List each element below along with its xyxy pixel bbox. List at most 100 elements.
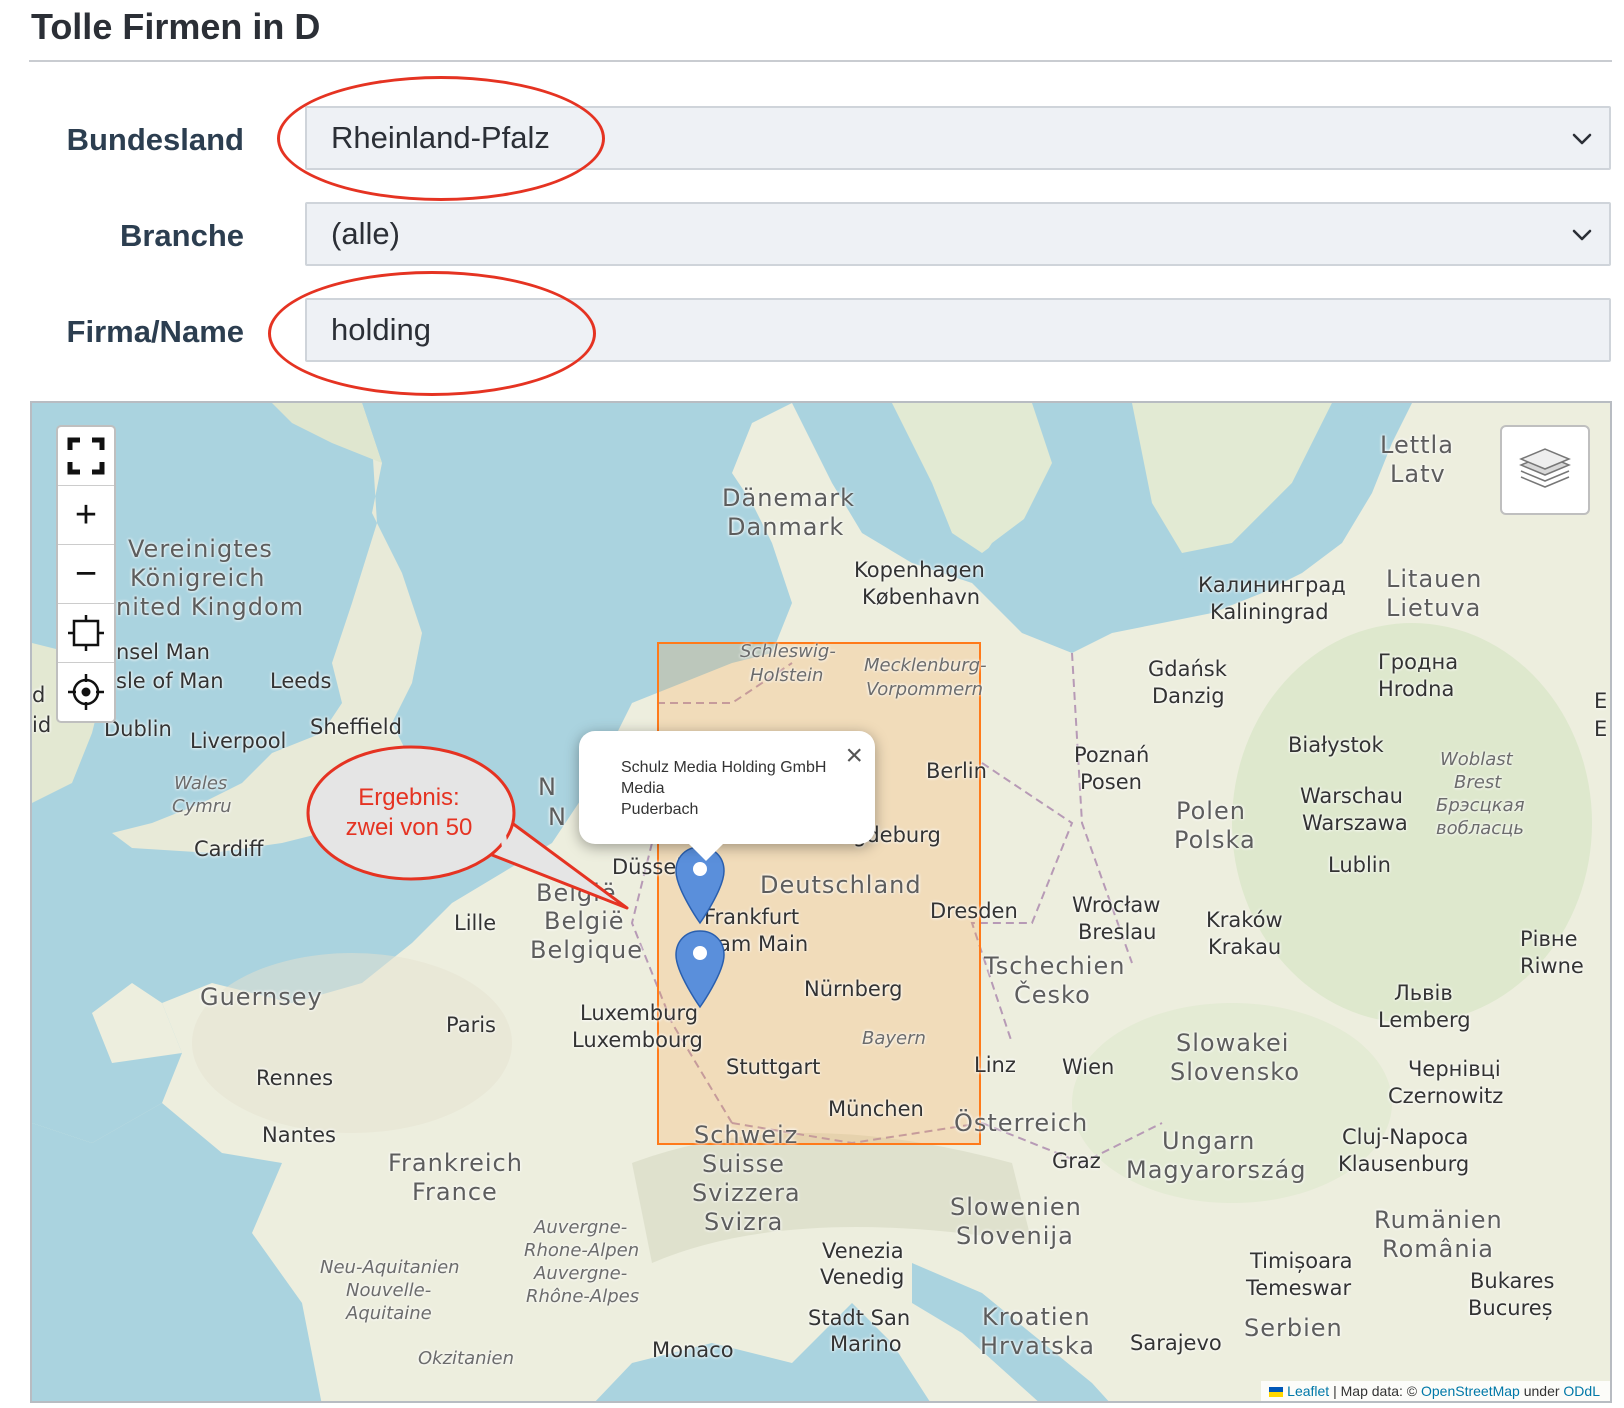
map-label: Stadt San (808, 1306, 911, 1330)
map-label: Nantes (262, 1123, 336, 1147)
map-label: Чернівці (1408, 1057, 1501, 1081)
map-label: Danmark (727, 513, 845, 541)
map-label: Belgique (530, 936, 644, 964)
map-label: вобласць (1436, 818, 1525, 839)
map-label: Nürnberg (804, 977, 903, 1001)
popup-tip (688, 843, 724, 861)
leaflet-link[interactable]: Leaflet (1287, 1383, 1329, 1399)
map-label: Kroatien (982, 1303, 1091, 1331)
map-label: Riwne (1520, 954, 1584, 978)
map-label: Sarajevo (1130, 1331, 1222, 1355)
map-label: Калининград (1198, 573, 1346, 597)
map-label: Гродна (1378, 650, 1459, 674)
map-label: Temeswar (1246, 1276, 1352, 1300)
map-label: Рівне (1520, 927, 1578, 951)
map-label: Klausenburg (1338, 1152, 1470, 1176)
map-label: Kaliningrad (1210, 600, 1329, 624)
map-label: Gdańsk (1148, 657, 1227, 681)
map-label: Lettla (1380, 431, 1454, 459)
map-label: Marino (830, 1332, 902, 1356)
map-container[interactable]: Dänemark Danmark Kopenhagen København Ve… (30, 401, 1612, 1403)
map-label: Bayern (862, 1028, 926, 1049)
map-label: Deutschland (760, 871, 922, 899)
map-label: Schleswig- (740, 641, 836, 662)
map-label: Suisse (702, 1150, 785, 1178)
map-label: sle of Man (116, 669, 224, 693)
map-label: Warschau (1300, 784, 1403, 808)
map-label: d (32, 683, 46, 707)
map-label: Leeds (270, 669, 332, 693)
map-label: København (862, 585, 981, 609)
map-label: Cardiff (194, 837, 264, 861)
map-label: Linz (974, 1053, 1016, 1077)
map-label: Latv (1390, 460, 1446, 488)
box-zoom-icon (68, 615, 104, 651)
map-label: Neu-Aquitanien (320, 1257, 460, 1278)
map-label: Lemberg (1378, 1008, 1471, 1032)
bundesland-select[interactable]: Rheinland-Pfalz (305, 106, 1611, 170)
popup-close-button[interactable]: × (845, 741, 863, 771)
map-label: Mecklenburg- (864, 655, 987, 676)
fullscreen-button[interactable] (58, 427, 114, 486)
map-label: Warszawa (1302, 811, 1408, 835)
map-label: Holstein (750, 665, 824, 686)
map-label: id (32, 713, 52, 737)
map-label: Österreich (954, 1109, 1089, 1137)
locate-icon (68, 674, 104, 710)
map-label: Брэсцкая (1436, 795, 1525, 816)
attribution-separator: | Map data: © (1329, 1383, 1421, 1399)
callout-line-2: zwei von 50 (345, 814, 473, 841)
layers-button[interactable] (1500, 425, 1590, 515)
map-label: Cymru (172, 796, 232, 817)
map-label: Woblast (1440, 749, 1513, 770)
branche-select[interactable]: (alle) (305, 202, 1611, 266)
map-label: Graz (1052, 1149, 1101, 1173)
map-label: Wales (174, 773, 228, 794)
map-label: Rhône-Alpes (526, 1286, 640, 1307)
map-label: Venedig (820, 1265, 905, 1289)
map-label: Königreich (130, 564, 266, 592)
map-label: Brest (1454, 772, 1502, 793)
firma-name-label: Firma/Name (66, 314, 244, 349)
openstreetmap-link[interactable]: OpenStreetMap (1421, 1383, 1520, 1399)
zoom-in-button[interactable]: + (58, 486, 114, 545)
map-control-bar: + − (56, 425, 116, 723)
box-zoom-button[interactable] (58, 604, 114, 663)
map-label: Krakau (1208, 935, 1282, 959)
map-label: Svizzera (692, 1179, 801, 1207)
map-label: Slowakei (1176, 1029, 1290, 1057)
map-marker-pin[interactable] (674, 929, 726, 1009)
map-label: Paris (446, 1013, 496, 1037)
map-label: Monaco (652, 1338, 734, 1362)
locate-button[interactable] (58, 663, 114, 721)
map-label: Posen (1080, 770, 1142, 794)
branche-selected-value: (alle) (331, 216, 400, 251)
firma-name-input[interactable] (305, 298, 1611, 362)
map-label: Rhone-Alpen (524, 1240, 640, 1261)
license-link[interactable]: ODdL (1563, 1383, 1600, 1399)
chevron-down-icon (1572, 133, 1592, 145)
map-label: Bukares (1470, 1269, 1555, 1293)
map-label: Tschechien (984, 952, 1126, 980)
map-label: Magyarország (1126, 1156, 1307, 1184)
map-label: Dänemark (722, 484, 856, 512)
map-label: nited Kingdom (116, 593, 305, 621)
bundesland-selected-value: Rheinland-Pfalz (331, 120, 550, 155)
map-label: Nouvelle- (346, 1280, 432, 1301)
map-label: Львів (1394, 981, 1453, 1005)
map-label: München (828, 1097, 924, 1121)
map-label: France (412, 1178, 498, 1206)
map-label: Bucureș (1468, 1296, 1553, 1320)
map-label: E (1594, 717, 1608, 741)
map-label: Česko (1014, 981, 1091, 1009)
zoom-out-button[interactable]: − (58, 545, 114, 604)
map-label: Frankreich (388, 1149, 523, 1177)
map-label: Wien (1062, 1055, 1115, 1079)
map-label: Liverpool (190, 729, 287, 753)
map-label: România (1382, 1235, 1494, 1263)
map-label: Lietuva (1386, 594, 1482, 622)
map-label: Dresden (930, 899, 1018, 923)
map-label: Białystok (1288, 733, 1384, 757)
map-label: Guernsey (200, 983, 323, 1011)
map-label: Vereinigtes (128, 535, 273, 563)
